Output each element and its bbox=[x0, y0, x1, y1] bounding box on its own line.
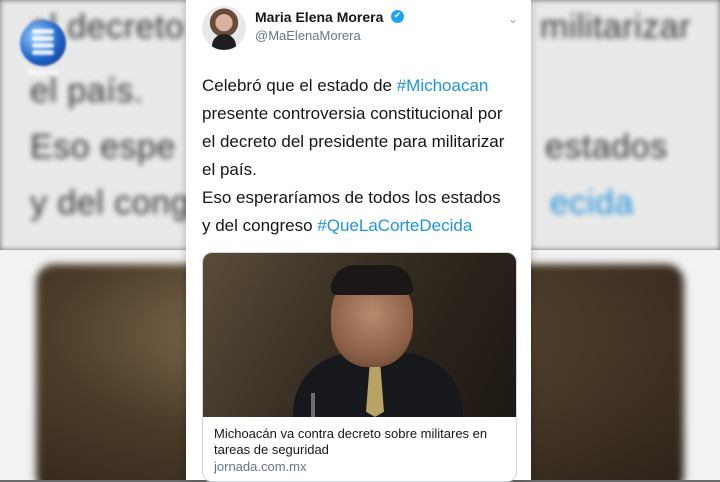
bg-line: y del cong ecida bbox=[30, 184, 633, 223]
tweet-text-line: Eso esperaríamos de todos los estados bbox=[202, 184, 522, 212]
text-segment: y del congreso bbox=[202, 216, 318, 235]
tweet-text-line: Celebró que el estado de #Michoacan bbox=[202, 72, 522, 100]
text-segment: el país. bbox=[202, 160, 257, 179]
logo-label: Noticias bbox=[28, 68, 60, 77]
tweet-text-line: el decreto del presidente para militariz… bbox=[202, 128, 522, 156]
person-hair bbox=[331, 265, 413, 295]
bg-line-text: y del cong bbox=[30, 184, 190, 222]
link-preview-card[interactable]: Michoacán va contra decreto sobre milita… bbox=[202, 252, 517, 482]
link-preview-image bbox=[203, 253, 516, 417]
bg-line-text: Eso espe bbox=[30, 128, 176, 166]
hashtag-link[interactable]: #Michoacan bbox=[397, 76, 489, 95]
chevron-down-icon[interactable]: ⌄ bbox=[506, 12, 520, 26]
tweet-text-line: y del congreso #QueLaCorteDecida bbox=[202, 212, 522, 240]
bg-line: Eso espe estados bbox=[30, 128, 667, 167]
bg-line-hashtag: ecida bbox=[550, 184, 634, 222]
avatar[interactable] bbox=[202, 6, 246, 50]
tweet-text: Celebró que el estado de #Michoacan pres… bbox=[202, 72, 522, 240]
bg-line-tail: militarizar bbox=[540, 8, 691, 46]
text-segment: presente controversia constitucional por bbox=[202, 104, 503, 123]
link-preview-domain: jornada.com.mx bbox=[214, 459, 307, 474]
text-segment: Eso esperaríamos de todos los estados bbox=[202, 188, 501, 207]
tweet-text-line: presente controversia constitucional por bbox=[202, 100, 522, 128]
logo-icon bbox=[20, 20, 66, 66]
text-segment: Celebró que el estado de bbox=[202, 76, 397, 95]
hashtag-link[interactable]: #QueLaCorteDecida bbox=[317, 216, 472, 235]
author-handle[interactable]: @MaElenaMorera bbox=[255, 28, 361, 43]
tweet-text-line: el país. bbox=[202, 156, 522, 184]
verified-badge-icon: ✔ bbox=[391, 10, 404, 23]
bg-line-tail: estados bbox=[545, 128, 668, 166]
link-preview-title[interactable]: Michoacán va contra decreto sobre milita… bbox=[214, 426, 509, 458]
author-name[interactable]: Maria Elena Morera bbox=[255, 9, 383, 25]
text-segment: el decreto del presidente para militariz… bbox=[202, 132, 505, 151]
tweet-card[interactable]: Maria Elena Morera ✔ @MaElenaMorera ⌄ Ce… bbox=[186, 0, 531, 482]
microphone bbox=[311, 393, 315, 417]
news-logo: Noticias bbox=[20, 20, 70, 80]
